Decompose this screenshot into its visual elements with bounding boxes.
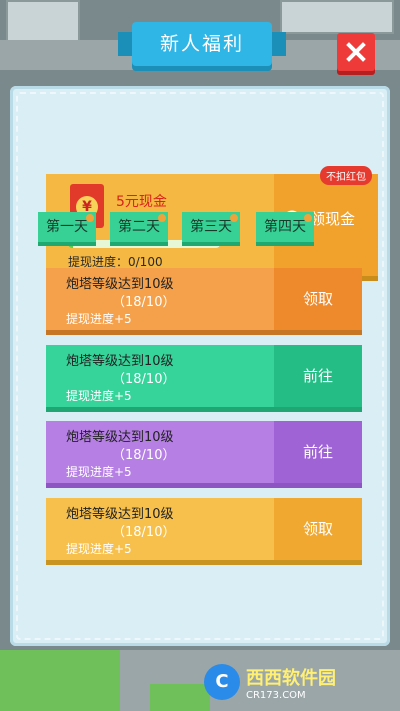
task-card: 炮塔等级达到10级 （18/10） 提现进度+5 前往 <box>46 421 362 483</box>
claim-cash-label: 领现金 <box>310 210 356 228</box>
tab-day-3-label: 第三天 <box>190 219 232 235</box>
task-count: （18/10） <box>112 295 176 310</box>
close-button[interactable] <box>337 33 375 71</box>
task-card: 炮塔等级达到10级 （18/10） 提现进度+5 领取 <box>46 498 362 560</box>
tab-day-4[interactable]: 第四天 <box>256 212 314 242</box>
task-reward: 提现进度+5 <box>66 312 132 326</box>
task-count: （18/10） <box>112 448 176 463</box>
close-icon <box>346 42 366 62</box>
go-button[interactable]: 前往 <box>274 421 362 483</box>
notification-dot <box>158 214 166 222</box>
reward-title: 5元现金 <box>116 194 167 210</box>
task-count: （18/10） <box>112 372 176 387</box>
watermark-logo: C <box>204 664 240 700</box>
notification-dot <box>304 214 312 222</box>
claim-button[interactable]: 领取 <box>274 498 362 560</box>
task-name: 炮塔等级达到10级 <box>66 354 174 369</box>
task-name: 炮塔等级达到10级 <box>66 277 174 292</box>
notification-dot <box>86 214 94 222</box>
task-reward: 提现进度+5 <box>66 389 132 403</box>
claim-button[interactable]: 领取 <box>274 268 362 330</box>
tab-day-4-label: 第四天 <box>264 219 306 235</box>
page-title: 新人福利 <box>118 22 286 66</box>
tab-day-1-label: 第一天 <box>46 219 88 235</box>
watermark-sub: CR173.COM <box>246 689 306 701</box>
tab-day-2[interactable]: 第二天 <box>110 212 168 242</box>
task-reward: 提现进度+5 <box>66 542 132 556</box>
watermark-brand: 西西软件园 <box>246 667 336 689</box>
task-count: （18/10） <box>112 525 176 540</box>
task-card: 炮塔等级达到10级 （18/10） 提现进度+5 前往 <box>46 345 362 407</box>
tab-day-2-label: 第二天 <box>118 219 160 235</box>
tab-day-3[interactable]: 第三天 <box>182 212 240 242</box>
task-name: 炮塔等级达到10级 <box>66 507 174 522</box>
notification-dot <box>230 214 238 222</box>
welfare-panel: ¥ 5元现金 提现进度：0/100 不扣红包 领现金 第一天 第二天 第三天 第… <box>10 86 390 646</box>
task-name: 炮塔等级达到10级 <box>66 430 174 445</box>
task-reward: 提现进度+5 <box>66 465 132 479</box>
task-card: 炮塔等级达到10级 （18/10） 提现进度+5 领取 <box>46 268 362 330</box>
go-button[interactable]: 前往 <box>274 345 362 407</box>
no-deduct-badge: 不扣红包 <box>320 166 372 185</box>
watermark: C 西西软件园 CR173.COM <box>204 660 394 704</box>
tab-day-1[interactable]: 第一天 <box>38 212 96 242</box>
